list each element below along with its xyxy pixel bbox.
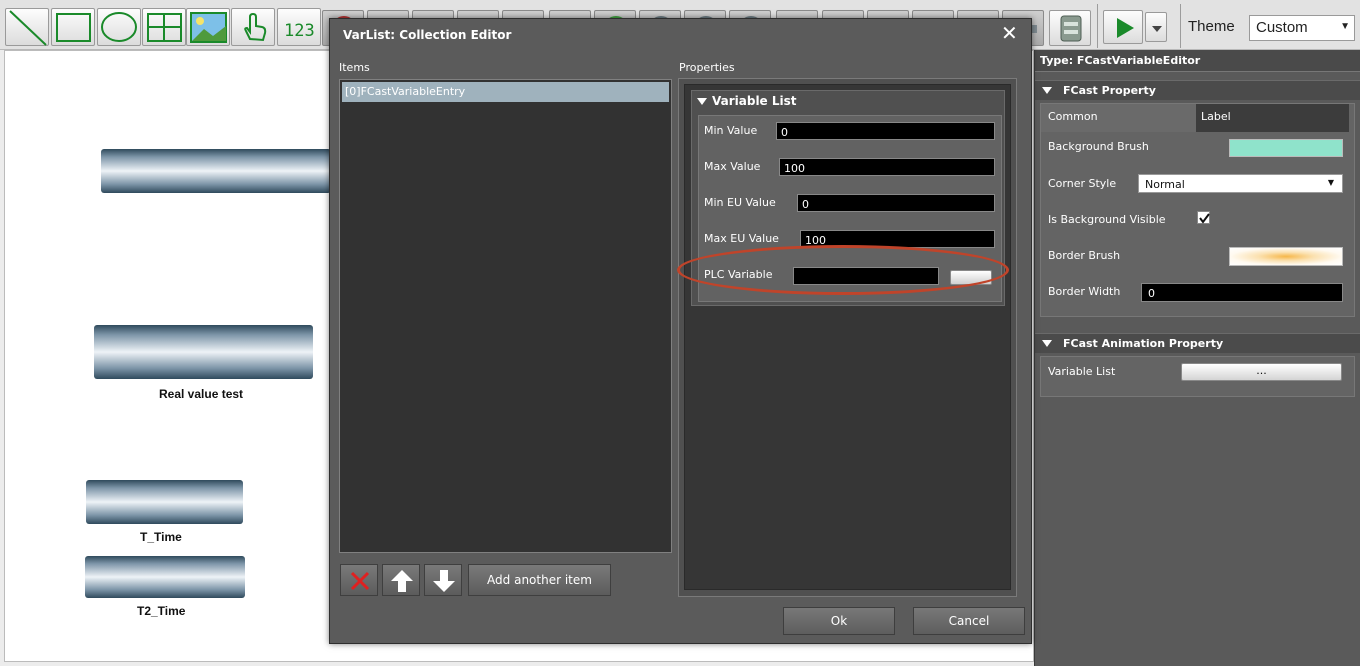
animation-header: FCast Animation Property xyxy=(1063,337,1224,350)
variable-list-ellipsis-button[interactable]: ... xyxy=(1181,363,1342,381)
pipe-widget-t-time[interactable] xyxy=(86,480,243,524)
numeric-display-tool-button[interactable]: 123 xyxy=(277,8,321,46)
is-background-visible-label: Is Background Visible xyxy=(1048,213,1166,226)
theme-label: Theme xyxy=(1188,18,1235,35)
background-brush-swatch[interactable] xyxy=(1229,139,1343,157)
tab-common[interactable]: Common xyxy=(1041,104,1196,132)
max-value-label: Max Value xyxy=(704,160,761,173)
property-grid-inner: Variable List Min Value 0 Max Value 100 … xyxy=(684,84,1011,590)
max-eu-value-label: Max EU Value xyxy=(704,232,779,245)
animation-property-box: Variable List ... xyxy=(1040,356,1355,397)
fcast-property-header: FCast Property xyxy=(1063,84,1156,97)
hand-pointer-icon xyxy=(244,12,267,42)
arrow-up-icon xyxy=(391,570,413,592)
arrow-down-icon xyxy=(433,570,455,592)
real-value-label: Real value test xyxy=(159,387,244,401)
chevron-down-icon: ▼ xyxy=(1340,21,1350,32)
items-label: Items xyxy=(339,61,370,74)
fcast-property-section-header[interactable]: FCast Property xyxy=(1035,80,1360,100)
grid-icon xyxy=(147,13,182,42)
properties-label: Properties xyxy=(679,61,735,74)
toolbar-separator xyxy=(1097,4,1098,48)
collection-editor-dialog: VarList: Collection Editor ✕ Items Prope… xyxy=(329,18,1032,644)
pipe-widget-t2-time[interactable] xyxy=(85,556,245,598)
red-x-icon xyxy=(350,571,370,591)
corner-style-label: Corner Style xyxy=(1048,177,1117,190)
collapse-triangle-icon xyxy=(1042,87,1052,94)
t-time-label: T_Time xyxy=(140,530,182,544)
items-list[interactable]: [0]FCastVariableEntry xyxy=(339,79,672,553)
variable-list-button-label: ... xyxy=(1256,364,1267,377)
dialog-title: VarList: Collection Editor xyxy=(343,28,512,42)
add-another-item-button[interactable]: Add another item xyxy=(468,564,611,596)
pipe-widget[interactable] xyxy=(101,149,331,193)
border-width-input[interactable]: 0 xyxy=(1141,283,1343,302)
run-options-dropdown[interactable] xyxy=(1145,12,1167,42)
line-icon xyxy=(9,10,47,46)
database-tool-button[interactable] xyxy=(1049,10,1091,46)
animation-property-section-header[interactable]: FCast Animation Property xyxy=(1035,333,1360,353)
property-grid: Variable List Min Value 0 Max Value 100 … xyxy=(678,78,1017,597)
ok-button[interactable]: Ok xyxy=(783,607,895,635)
properties-panel: Type: FCastVariableEditor FCast Property… xyxy=(1034,50,1360,666)
rectangle-icon xyxy=(56,13,91,42)
t2-time-label: T2_Time xyxy=(137,604,186,618)
corner-style-value: Normal xyxy=(1145,178,1185,191)
border-width-value: 0 xyxy=(1148,287,1155,300)
touch-tool-button[interactable] xyxy=(231,8,275,46)
theme-value: Custom xyxy=(1256,19,1308,36)
max-value-input[interactable]: 100 xyxy=(779,158,995,176)
database-icon xyxy=(1060,15,1082,42)
cancel-button[interactable]: Cancel xyxy=(913,607,1025,635)
fcast-property-box: Common Label Background Brush Corner Sty… xyxy=(1040,103,1355,317)
min-value-input[interactable]: 0 xyxy=(776,122,995,140)
min-eu-value-label: Min EU Value xyxy=(704,196,776,209)
move-up-button[interactable] xyxy=(382,564,420,596)
list-item[interactable]: [0]FCastVariableEntry xyxy=(342,82,669,102)
grid-tool-button[interactable] xyxy=(142,8,186,46)
toolbar-separator xyxy=(1180,4,1181,48)
type-line: Type: FCastVariableEditor xyxy=(1035,50,1360,72)
theme-select[interactable]: Custom ▼ xyxy=(1249,15,1355,41)
min-value-label: Min Value xyxy=(704,124,758,137)
remove-item-button[interactable] xyxy=(340,564,378,596)
chevron-down-icon: ▼ xyxy=(1327,178,1334,187)
image-tool-button[interactable] xyxy=(186,8,230,46)
numeric-display-icon: 123 xyxy=(284,21,315,41)
run-button[interactable] xyxy=(1103,10,1143,44)
ellipse-icon xyxy=(101,12,137,42)
chevron-down-icon xyxy=(1152,26,1162,32)
is-background-visible-checkbox[interactable] xyxy=(1197,211,1210,224)
ellipse-tool-button[interactable] xyxy=(97,8,141,46)
highlight-ellipse xyxy=(677,245,1009,295)
min-eu-value-input[interactable]: 0 xyxy=(797,194,995,212)
rectangle-tool-button[interactable] xyxy=(51,8,95,46)
play-icon xyxy=(1117,18,1134,38)
border-brush-swatch[interactable] xyxy=(1229,247,1343,266)
variable-list-label: Variable List xyxy=(1048,365,1116,378)
tab-label[interactable]: Label xyxy=(1196,104,1349,132)
variable-list-header: Variable List xyxy=(712,94,797,108)
svg-text:123: 123 xyxy=(284,21,315,41)
collapse-triangle-icon[interactable] xyxy=(697,98,707,105)
collapse-triangle-icon xyxy=(1042,340,1052,347)
corner-style-select[interactable]: Normal ▼ xyxy=(1138,174,1343,193)
border-width-label: Border Width xyxy=(1048,285,1121,298)
background-brush-label: Background Brush xyxy=(1048,140,1149,153)
border-brush-label: Border Brush xyxy=(1048,249,1121,262)
checkmark-icon xyxy=(1199,213,1210,224)
pipe-widget-real-value[interactable] xyxy=(94,325,313,379)
background-brush-fill xyxy=(1230,140,1342,156)
image-icon xyxy=(190,12,227,43)
close-icon[interactable]: ✕ xyxy=(1001,21,1018,45)
line-tool-button[interactable] xyxy=(5,8,49,46)
move-down-button[interactable] xyxy=(424,564,462,596)
